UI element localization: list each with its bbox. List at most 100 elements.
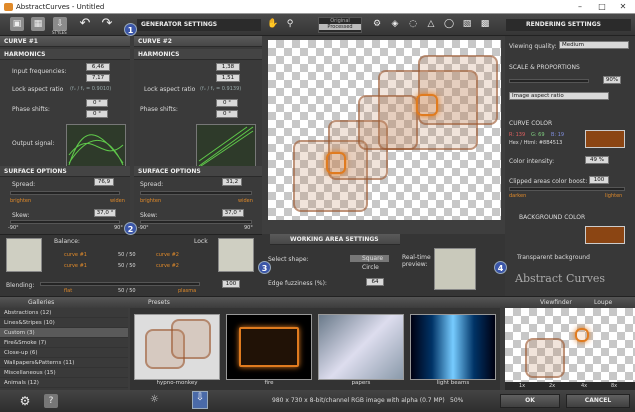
lightbulb-icon[interactable]: ☼ <box>150 394 159 405</box>
category-item[interactable]: Close-up (6) <box>0 348 128 358</box>
tool-1-icon[interactable]: ⚙ <box>370 17 384 31</box>
hand-tool-icon[interactable]: ✋ <box>266 17 280 31</box>
minimize-button[interactable]: – <box>570 2 590 12</box>
color-boost-slider[interactable] <box>509 187 625 191</box>
c1-fy-input[interactable]: 7,17 <box>86 74 110 82</box>
redo-icon[interactable]: ↷ <box>100 17 114 31</box>
cancel-button[interactable]: CANCEL <box>566 394 630 408</box>
viewfinder-panel[interactable] <box>505 308 635 382</box>
c2-px-input[interactable]: 0 ° <box>216 99 238 107</box>
realtime-preview-label: Real-time preview: <box>402 254 431 268</box>
shape-circle-option[interactable]: Circle <box>350 264 379 271</box>
color-boost-input[interactable]: 100 <box>589 176 609 184</box>
category-item[interactable]: Fire&Smoke (7) <box>0 338 128 348</box>
c1-lock-ratio[interactable]: Lock aspect ratio <box>12 86 63 93</box>
download-icon[interactable]: ⇩ <box>192 391 208 409</box>
c2-spread-input[interactable]: 31,2 <box>222 178 242 186</box>
zoom-percent: 50% <box>450 397 464 404</box>
styles-icon[interactable]: ⇩ <box>53 17 67 31</box>
tool-7-icon[interactable]: ▩ <box>478 17 492 31</box>
color-intensity-input[interactable]: 49 % <box>585 156 609 164</box>
category-item[interactable]: Wallpapers&Patterns (11) <box>0 358 128 368</box>
new-file-icon[interactable]: ▣ <box>10 17 24 31</box>
scale-value[interactable]: 90% <box>603 76 621 84</box>
tool-2-icon[interactable]: ◈ <box>388 17 402 31</box>
c1-spread-input[interactable]: 76,9 <box>94 178 114 186</box>
balance-lock[interactable]: Lock <box>194 238 208 245</box>
zoom-2x-button[interactable]: 2x <box>549 383 555 389</box>
viewing-quality-select[interactable]: Medium <box>559 41 629 49</box>
category-item[interactable]: Custom (3) <box>0 328 128 338</box>
transparent-bg-checkbox[interactable]: Transparent background <box>517 254 590 261</box>
blend-number-input[interactable]: 100 <box>222 280 240 288</box>
zoom-1x-button[interactable]: 1x <box>519 383 525 389</box>
open-folder-icon[interactable]: ▦ <box>31 17 45 31</box>
original-processed-toggle[interactable]: Original Processed <box>318 17 362 33</box>
c1-spread-slider[interactable] <box>10 191 120 195</box>
gallery-bar: Galleries Presets Viewfinder Loupe <box>0 296 635 308</box>
undo-icon[interactable]: ↶ <box>78 17 92 31</box>
viewing-quality-label: Viewing quality: <box>509 43 557 50</box>
c2-fx-input[interactable]: 1,38 <box>216 63 240 71</box>
image-canvas[interactable] <box>268 40 501 220</box>
c1-skew-input[interactable]: 37,0 ° <box>94 209 116 217</box>
darken-label: darken <box>509 193 527 199</box>
curve-color-swatch[interactable] <box>585 130 625 148</box>
tool-6-icon[interactable]: ▧ <box>460 17 474 31</box>
c2-spread-slider[interactable] <box>140 191 252 195</box>
preset-thumb[interactable] <box>226 314 312 380</box>
ok-button[interactable]: OK <box>500 394 560 408</box>
maximize-button[interactable]: □ <box>592 2 612 12</box>
tool-5-icon[interactable]: ◯ <box>442 17 456 31</box>
blend-plasma-label: plasma <box>178 288 197 294</box>
curve1-header[interactable]: CURVE #1 <box>0 36 130 47</box>
aspect-ratio-select[interactable]: Image aspect ratio <box>509 92 609 100</box>
category-item[interactable]: Animals (12) <box>0 378 128 388</box>
balance-label: Balance: <box>54 238 80 245</box>
c2-skew-input[interactable]: 37,0 ° <box>222 209 244 217</box>
c2-fy-input[interactable]: 1,51 <box>216 74 240 82</box>
shape-square-option[interactable]: Square <box>350 255 390 262</box>
galleries-tab[interactable]: Galleries <box>28 299 54 306</box>
c2-output-graph <box>196 124 256 169</box>
scale-slider[interactable] <box>509 79 589 83</box>
callout-badge-3: 3 <box>258 261 271 274</box>
bg-color-swatch[interactable] <box>585 226 625 244</box>
category-item[interactable]: Abstractions (12) <box>0 308 128 318</box>
viewfinder-tab[interactable]: Viewfinder <box>540 299 572 306</box>
rendering-settings-header: RENDERING SETTINGS <box>506 19 631 31</box>
help-icon[interactable]: ? <box>44 394 58 408</box>
blend-flat-label: flat <box>64 288 73 294</box>
zoom-8x-button[interactable]: 8x <box>611 383 617 389</box>
zoom-tool-icon[interactable]: ⚲ <box>283 17 297 31</box>
tool-4-icon[interactable]: △ <box>424 17 438 31</box>
close-button[interactable]: ✕ <box>613 2 633 12</box>
settings-gear-icon[interactable]: ⚙ <box>18 394 32 408</box>
blending-slider[interactable] <box>40 282 200 286</box>
c1-ratio-value: (fₓ / fᵧ = 0.9010) <box>70 86 112 92</box>
c2-skew-slider[interactable] <box>140 220 252 224</box>
c2-lock-ratio[interactable]: Lock aspect ratio <box>144 86 195 93</box>
category-item[interactable]: Miscellaneous (15) <box>0 368 128 378</box>
c1-skew-slider[interactable] <box>10 220 120 224</box>
brand-logo: Abstract Curves <box>515 272 606 285</box>
preset-thumbnails: hypno-monkey fire papers light beams <box>130 308 500 390</box>
presets-tab[interactable]: Presets <box>148 299 170 306</box>
processed-label: Processed <box>319 24 361 30</box>
preset-thumb[interactable] <box>410 314 496 380</box>
c2-py-input[interactable]: 0 ° <box>216 110 238 118</box>
preset-thumb[interactable] <box>318 314 404 380</box>
preset-thumb[interactable] <box>134 314 220 380</box>
category-item[interactable]: Lines&Stripes (10) <box>0 318 128 328</box>
loupe-tab[interactable]: Loupe <box>594 299 612 306</box>
c1-px-input[interactable]: 0 ° <box>86 99 108 107</box>
preset-caption: fire <box>264 380 274 386</box>
c1-fx-input[interactable]: 6,46 <box>86 63 110 71</box>
tool-3-icon[interactable]: ◌ <box>406 17 420 31</box>
spread-label: Spread: <box>12 181 36 188</box>
scale-proportions-label: SCALE & PROPORTIONS <box>509 64 580 71</box>
edge-fuzziness-input[interactable]: 64 <box>366 278 384 286</box>
curve2-header[interactable]: CURVE #2 <box>134 36 262 47</box>
zoom-4x-button[interactable]: 4x <box>581 383 587 389</box>
c1-py-input[interactable]: 0 ° <box>86 110 108 118</box>
